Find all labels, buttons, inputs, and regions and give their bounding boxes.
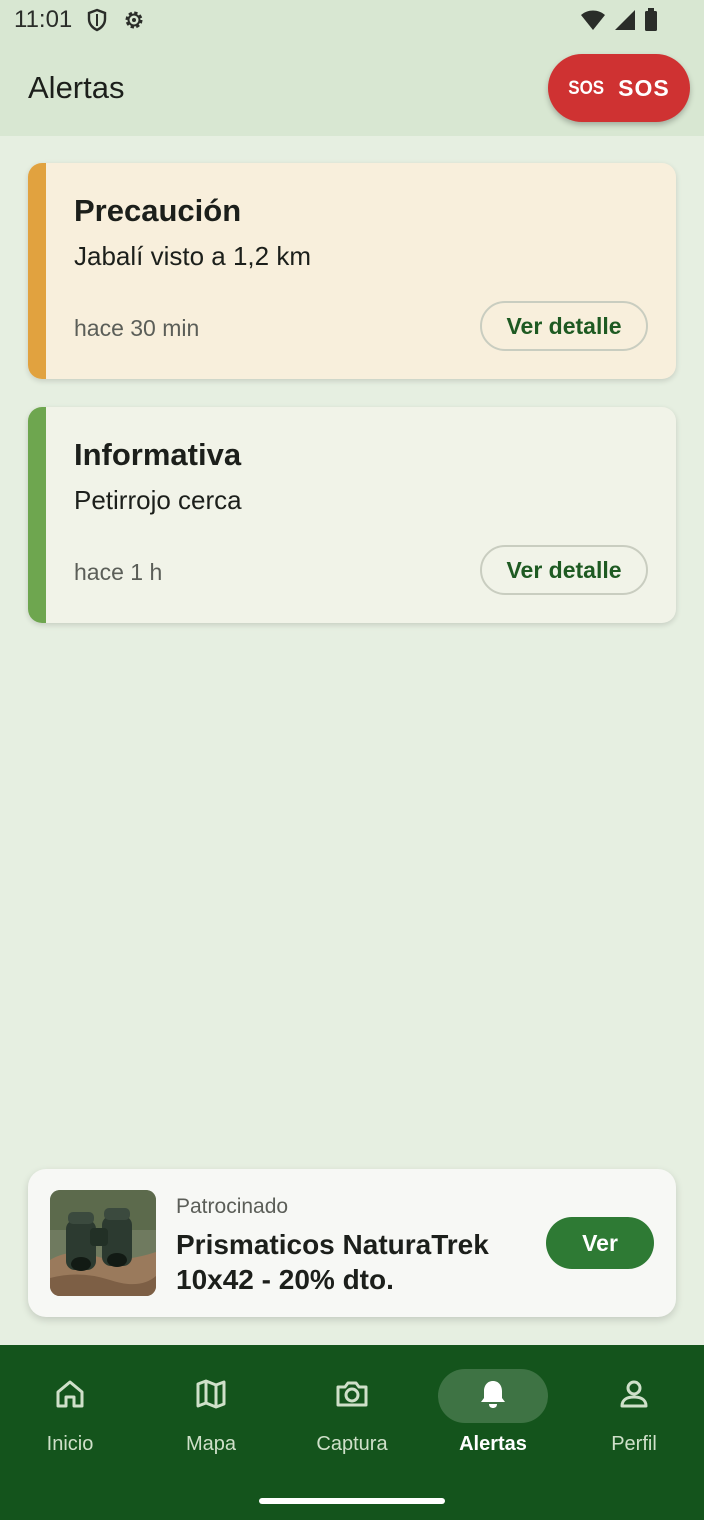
ad-view-button[interactable]: Ver: [546, 1217, 654, 1269]
alert-card-caution[interactable]: Precaución Jabalí visto a 1,2 km hace 30…: [28, 163, 676, 379]
nav-label: Inicio: [46, 1433, 94, 1455]
nav-item-perfil[interactable]: Perfil: [564, 1369, 704, 1465]
sponsored-ad-card[interactable]: Patrocinado Prismaticos NaturaTrek 10x42…: [28, 1169, 676, 1317]
bottom-navigation: Inicio Mapa Captura Alertas Perfil: [0, 1345, 704, 1520]
bell-icon: [476, 1377, 510, 1416]
ad-title: Prismaticos NaturaTrek 10x42 - 20% dto.: [176, 1229, 489, 1295]
page-title: Alertas: [28, 70, 125, 105]
nav-item-captura[interactable]: Captura: [282, 1369, 422, 1465]
nav-item-inicio[interactable]: Inicio: [0, 1369, 140, 1465]
sos-label: SOS: [618, 74, 670, 101]
nav-label: Alertas: [459, 1433, 527, 1455]
view-detail-button[interactable]: Ver detalle: [480, 545, 648, 595]
camera-icon: [334, 1377, 370, 1416]
status-time: 11:01: [14, 6, 73, 33]
battery-icon: [644, 8, 658, 37]
shield-icon: [86, 8, 108, 37]
signal-icon: [614, 9, 636, 36]
alert-message: Jabalí visto a 1,2 km: [74, 241, 311, 271]
home-indicator[interactable]: [259, 1498, 445, 1504]
alert-message: Petirrojo cerca: [74, 485, 242, 515]
nav-item-mapa[interactable]: Mapa: [141, 1369, 281, 1465]
nav-item-alertas[interactable]: Alertas: [423, 1369, 563, 1465]
alert-severity-bar: [28, 407, 46, 623]
sponsored-label: Patrocinado: [176, 1195, 289, 1218]
nav-label: Perfil: [611, 1433, 657, 1455]
alert-time: hace 1 h: [74, 559, 163, 585]
alert-severity-bar: [28, 163, 46, 379]
alert-time: hace 30 min: [74, 315, 200, 341]
alert-level: Informativa: [74, 437, 242, 472]
map-icon: [194, 1377, 228, 1416]
wifi-icon: [580, 9, 606, 36]
settings-gear-icon: [122, 8, 146, 37]
sos-button[interactable]: SOS SOS: [548, 54, 690, 122]
app-bar: Alertas SOS SOS: [0, 40, 704, 136]
status-bar: 11:01: [0, 0, 704, 40]
alert-card-info[interactable]: Informativa Petirrojo cerca hace 1 h Ver…: [28, 407, 676, 623]
binoculars-product-image: [50, 1190, 156, 1296]
nav-label: Mapa: [185, 1433, 237, 1455]
sos-badge-icon: SOS: [568, 76, 605, 99]
home-icon: [53, 1377, 87, 1416]
person-icon: [617, 1377, 651, 1416]
alert-level: Precaución: [74, 193, 242, 228]
view-detail-button[interactable]: Ver detalle: [480, 301, 648, 351]
nav-label: Captura: [316, 1433, 388, 1455]
